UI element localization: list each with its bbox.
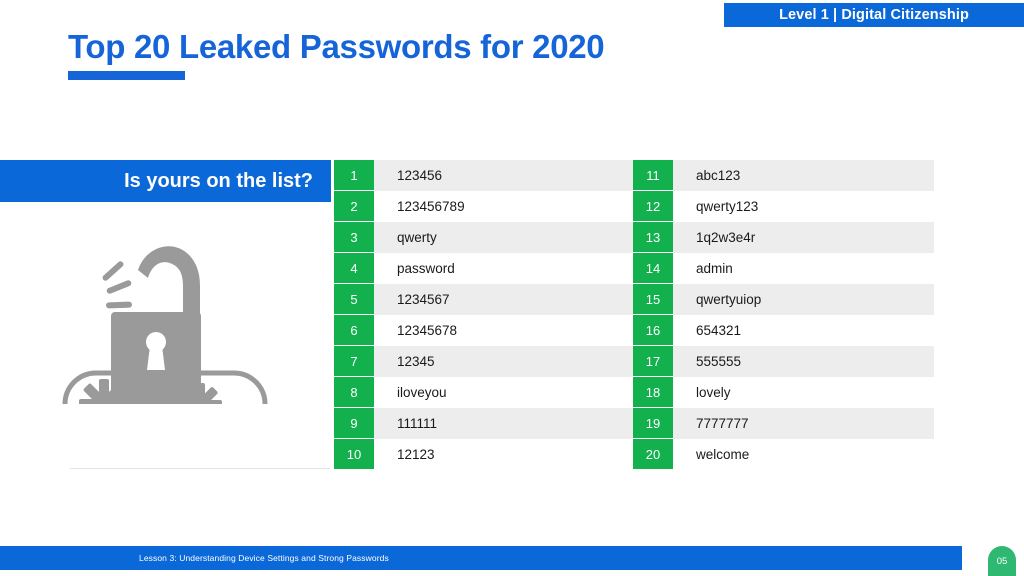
rank-cell: 11 (633, 160, 673, 191)
table-row: 10 12123 (334, 439, 635, 470)
password-cell: iloveyou (374, 377, 635, 408)
rank-cell: 6 (334, 315, 374, 346)
password-cell: welcome (673, 439, 934, 470)
level-tag: Level 1 | Digital Citizenship (724, 3, 1024, 27)
footer-bar: Lesson 3: Understanding Device Settings … (0, 546, 962, 570)
password-cell: 123456 (374, 160, 635, 191)
page-number-badge: 05 (988, 546, 1016, 576)
table-row: 14 admin (633, 253, 934, 284)
question-banner-label: Is yours on the list? (124, 169, 313, 192)
question-banner: Is yours on the list? (0, 160, 331, 202)
rank-cell: 13 (633, 222, 673, 253)
open-padlock-icon (62, 218, 288, 404)
table-row: 1 123456 (334, 160, 635, 191)
table-row: 9 111111 (334, 408, 635, 439)
password-cell: 111111 (374, 408, 635, 439)
rank-cell: 19 (633, 408, 673, 439)
table-row: 17 555555 (633, 346, 934, 377)
page-title: Top 20 Leaked Passwords for 2020 (68, 28, 605, 65)
rank-cell: 20 (633, 439, 673, 470)
rank-cell: 7 (334, 346, 374, 377)
table-row: 16 654321 (633, 315, 934, 346)
password-cell: 555555 (673, 346, 934, 377)
password-cell: qwerty123 (673, 191, 934, 222)
rank-cell: 10 (334, 439, 374, 470)
table-row: 5 1234567 (334, 284, 635, 315)
table-row: 15 qwertyuiop (633, 284, 934, 315)
password-cell: qwerty (374, 222, 635, 253)
password-cell: 12345678 (374, 315, 635, 346)
password-cell: abc123 (673, 160, 934, 191)
rank-cell: 1 (334, 160, 374, 191)
table-row: 19 7777777 (633, 408, 934, 439)
table-row: 3 qwerty (334, 222, 635, 253)
level-tag-label: Level 1 | Digital Citizenship (779, 7, 969, 23)
table-row: 11 abc123 (633, 160, 934, 191)
password-cell: 1q2w3e4r (673, 222, 934, 253)
table-row: 18 lovely (633, 377, 934, 408)
password-cell: 12123 (374, 439, 635, 470)
rank-cell: 2 (334, 191, 374, 222)
password-cell: 12345 (374, 346, 635, 377)
password-cell: lovely (673, 377, 934, 408)
password-table-left: 1 123456 2 123456789 3 qwerty 4 password 5 123456… (334, 160, 635, 470)
table-row: 4 password (334, 253, 635, 284)
rank-cell: 3 (334, 222, 374, 253)
password-cell: password (374, 253, 635, 284)
rank-cell: 5 (334, 284, 374, 315)
rank-cell: 12 (633, 191, 673, 222)
footer-lesson-label: Lesson 3: Understanding Device Settings … (139, 553, 389, 563)
password-cell: 1234567 (374, 284, 635, 315)
password-table-right: 11 abc123 12 qwerty123 13 1q2w3e4r 14 admin 15 qw… (633, 160, 934, 470)
password-cell: qwertyuiop (673, 284, 934, 315)
table-row: 8 iloveyou (334, 377, 635, 408)
title-underline (68, 71, 185, 80)
left-column-divider (70, 468, 330, 469)
rank-cell: 16 (633, 315, 673, 346)
rank-cell: 8 (334, 377, 374, 408)
table-row: 20 welcome (633, 439, 934, 470)
table-row: 6 12345678 (334, 315, 635, 346)
rank-cell: 14 (633, 253, 673, 284)
page-number-label: 05 (996, 555, 1008, 567)
rank-cell: 9 (334, 408, 374, 439)
rank-cell: 17 (633, 346, 673, 377)
table-row: 12 qwerty123 (633, 191, 934, 222)
rank-cell: 4 (334, 253, 374, 284)
table-row: 13 1q2w3e4r (633, 222, 934, 253)
table-row: 2 123456789 (334, 191, 635, 222)
rank-cell: 15 (633, 284, 673, 315)
password-cell: admin (673, 253, 934, 284)
password-cell: 7777777 (673, 408, 934, 439)
table-row: 7 12345 (334, 346, 635, 377)
password-cell: 123456789 (374, 191, 635, 222)
password-cell: 654321 (673, 315, 934, 346)
rank-cell: 18 (633, 377, 673, 408)
